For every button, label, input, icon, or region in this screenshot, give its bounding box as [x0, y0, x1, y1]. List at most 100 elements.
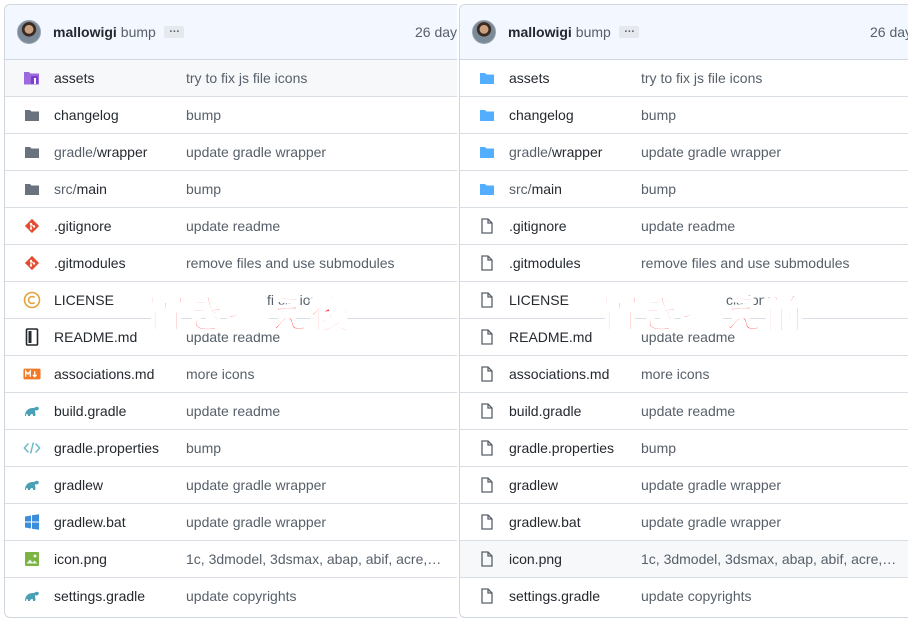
commit-message[interactable]: bump — [121, 24, 156, 40]
file-row[interactable]: .gitignore update readme — [5, 207, 457, 244]
file-name-link[interactable]: icon.png — [54, 551, 107, 567]
commit-message-link[interactable]: bump — [641, 107, 676, 123]
file-name-link[interactable]: .gitmodules — [509, 255, 581, 271]
file-row[interactable]: gradlew.bat update gradle wrapper — [460, 503, 908, 540]
file-name-link[interactable]: src/main — [509, 181, 562, 197]
file-name-link[interactable]: build.gradle — [54, 403, 126, 419]
folder-grey-icon — [23, 106, 41, 124]
file-name-link[interactable]: .gitignore — [509, 218, 567, 234]
commit-message-link[interactable]: bump — [186, 440, 221, 456]
git-icon — [23, 254, 41, 272]
commit-expand-button[interactable]: … — [163, 24, 184, 38]
file-row[interactable]: build.gradle update readme — [5, 392, 457, 429]
file-name-link[interactable]: changelog — [509, 107, 574, 123]
file-name-link[interactable]: assets — [54, 70, 94, 86]
commit-message-link[interactable]: bump — [641, 181, 676, 197]
file-row[interactable]: src/main bump — [460, 170, 908, 207]
file-name: README.md — [54, 329, 138, 345]
file-icon — [478, 217, 496, 235]
commit-message-link[interactable]: update gradle wrapper — [186, 144, 326, 160]
commit-message-link[interactable]: more icons — [641, 366, 709, 382]
file-row[interactable]: assets try to fix js file icons — [460, 60, 908, 96]
file-row[interactable]: icon.png 1c, 3dmodel, 3dsmax, abap, abif,… — [5, 540, 457, 577]
file-name-link[interactable]: assets — [509, 70, 549, 86]
svg-text:❚: ❚ — [33, 78, 38, 85]
file-row[interactable]: .gitmodules remove files and use submodul… — [5, 244, 457, 281]
commit-message-link[interactable]: update readme — [186, 403, 280, 419]
file-name-link[interactable]: README.md — [509, 329, 592, 345]
file-name-link[interactable]: .gitignore — [54, 218, 112, 234]
commit-message-link[interactable]: update gradle wrapper — [641, 477, 781, 493]
file-row[interactable]: gradle.properties bump — [5, 429, 457, 466]
commit-message-link[interactable]: update gradle wrapper — [641, 144, 781, 160]
file-row[interactable]: gradle/wrapper update gradle wrapper — [5, 133, 457, 170]
file-row[interactable]: .gitmodules remove files and use submodul… — [460, 244, 908, 281]
file-name-link[interactable]: gradlew.bat — [54, 514, 126, 530]
file-row[interactable]: settings.gradle update copyrights — [5, 577, 457, 614]
commit-message-link[interactable]: bump — [186, 181, 221, 197]
file-name-link[interactable]: associations.md — [54, 366, 154, 382]
file-row[interactable]: associations.md more icons — [460, 355, 908, 392]
folder-blue-icon — [478, 180, 496, 198]
file-row[interactable]: gradlew.bat update gradle wrapper — [5, 503, 457, 540]
file-name-link[interactable]: icon.png — [509, 551, 562, 567]
commit-message-link[interactable]: bump — [186, 107, 221, 123]
file-name-link[interactable]: settings.gradle — [54, 588, 145, 604]
commit-message-link[interactable]: remove files and use submodules — [186, 255, 395, 271]
file-name-link[interactable]: src/main — [54, 181, 107, 197]
commit-message-link[interactable]: update copyrights — [186, 588, 297, 604]
file-row[interactable]: gradle.properties bump — [460, 429, 908, 466]
file-name-link[interactable]: changelog — [54, 107, 119, 123]
commit-message-link[interactable]: update gradle wrapper — [641, 514, 781, 530]
file-name: assets — [509, 70, 550, 86]
file-row[interactable]: .gitignore update readme — [460, 207, 908, 244]
file-row[interactable]: build.gradle update readme — [460, 392, 908, 429]
file-row[interactable]: settings.gradle update copyrights — [460, 577, 908, 614]
file-row[interactable]: gradle/wrapper update gradle wrapper — [460, 133, 908, 170]
file-row[interactable]: icon.png 1c, 3dmodel, 3dsmax, abap, abif,… — [460, 540, 908, 577]
commit-message-link[interactable]: try to fix js file icons — [186, 70, 307, 86]
file-name-link[interactable]: LICENSE — [509, 292, 569, 308]
commit-message-link[interactable]: 1c, 3dmodel, 3dsmax, abap, abif, acre,… — [186, 551, 441, 567]
commit-message-link[interactable]: update gradle wrapper — [186, 477, 326, 493]
file-name-link[interactable]: gradlew — [54, 477, 103, 493]
file-name-link[interactable]: gradle/wrapper — [54, 144, 147, 160]
commit-message-link[interactable]: update readme — [641, 403, 735, 419]
commit-message-link[interactable]: update readme — [641, 218, 735, 234]
commit-expand-button[interactable]: … — [618, 24, 639, 38]
file-row[interactable]: gradlew update gradle wrapper — [5, 466, 457, 503]
file-name-link[interactable]: README.md — [54, 329, 137, 345]
file-icon — [478, 365, 496, 383]
file-name-link[interactable]: gradle/wrapper — [509, 144, 602, 160]
file-row[interactable]: changelog bump — [460, 96, 908, 133]
commit-message[interactable]: bump — [576, 24, 611, 40]
path-prefix: gradle/ — [54, 144, 97, 160]
file-name-link[interactable]: settings.gradle — [509, 588, 600, 604]
commit-message-link[interactable]: update readme — [186, 218, 280, 234]
commit-message-link[interactable]: try to fix js file icons — [641, 70, 762, 86]
file-row[interactable]: gradlew update gradle wrapper — [460, 466, 908, 503]
commit-author[interactable]: mallowigi — [53, 24, 117, 40]
file-name-link[interactable]: gradlew — [509, 477, 558, 493]
commit-message-link[interactable]: more icons — [186, 366, 254, 382]
avatar[interactable] — [17, 20, 41, 44]
file-name: build.gradle — [509, 403, 582, 419]
file-name-link[interactable]: build.gradle — [509, 403, 581, 419]
commit-message-link[interactable]: bump — [641, 440, 676, 456]
commit-message-link[interactable]: update copyrights — [641, 588, 752, 604]
commit-message-link[interactable]: remove files and use submodules — [641, 255, 850, 271]
file-name-link[interactable]: associations.md — [509, 366, 609, 382]
file-name-link[interactable]: .gitmodules — [54, 255, 126, 271]
file-row[interactable]: ❚ assets try to fix js file icons — [5, 60, 457, 96]
file-name-link[interactable]: gradle.properties — [54, 440, 159, 456]
commit-author[interactable]: mallowigi — [508, 24, 572, 40]
commit-message-link[interactable]: 1c, 3dmodel, 3dsmax, abap, abif, acre,… — [641, 551, 896, 567]
file-row[interactable]: changelog bump — [5, 96, 457, 133]
file-name-link[interactable]: gradle.properties — [509, 440, 614, 456]
file-row[interactable]: src/main bump — [5, 170, 457, 207]
file-name-link[interactable]: gradlew.bat — [509, 514, 581, 530]
avatar[interactable] — [472, 20, 496, 44]
commit-message-link[interactable]: update gradle wrapper — [186, 514, 326, 530]
file-row[interactable]: associations.md more icons — [5, 355, 457, 392]
file-name-link[interactable]: LICENSE — [54, 292, 114, 308]
